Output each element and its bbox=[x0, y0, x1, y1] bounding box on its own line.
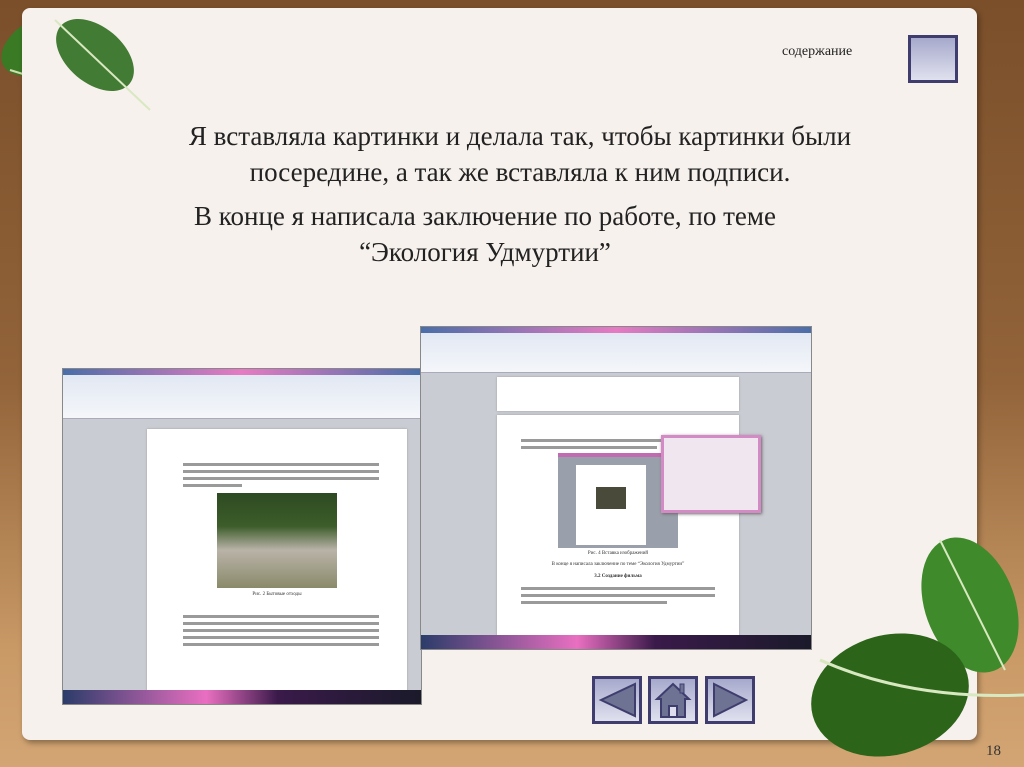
house-icon bbox=[654, 682, 692, 718]
contents-link[interactable]: содержание bbox=[782, 44, 852, 60]
leaf-decoration-bottom-right bbox=[811, 537, 1024, 757]
document-page-top bbox=[497, 377, 739, 411]
taskbar bbox=[421, 635, 811, 649]
figure-caption: Рис. 4 Вставка изображений bbox=[587, 551, 649, 556]
home-button[interactable] bbox=[648, 676, 698, 724]
dump-photo bbox=[217, 493, 337, 588]
nested-screenshot bbox=[558, 453, 678, 548]
paragraph-2: В конце я написала заключение по работе,… bbox=[193, 201, 776, 267]
leaf-decoration-top-left-front bbox=[54, 18, 151, 111]
contents-button[interactable] bbox=[908, 35, 958, 83]
document-page: Рис. 2 Бытовые отходы bbox=[147, 429, 407, 694]
caption-dialog bbox=[661, 435, 761, 513]
ribbon bbox=[421, 327, 811, 373]
slide-number: 18 bbox=[986, 743, 1001, 759]
paragraph-1: Я вставляла картинки и делала так, чтобы… bbox=[188, 121, 852, 187]
triangle-left-icon bbox=[598, 682, 636, 718]
slide-body: Я вставляла картинки и делала так, чтобы… bbox=[100, 118, 890, 278]
word-screenshot-right: Рис. 4 Вставка изображений В конце я нап… bbox=[420, 326, 812, 650]
prev-slide-button[interactable] bbox=[592, 676, 642, 724]
next-slide-button[interactable] bbox=[705, 676, 755, 724]
taskbar bbox=[63, 690, 421, 704]
triangle-right-icon bbox=[713, 682, 749, 718]
conclusion-line: В конце я написала заключение по теме “Э… bbox=[551, 562, 685, 567]
ribbon bbox=[63, 369, 421, 419]
word-screenshot-left: Рис. 2 Бытовые отходы bbox=[62, 368, 422, 705]
